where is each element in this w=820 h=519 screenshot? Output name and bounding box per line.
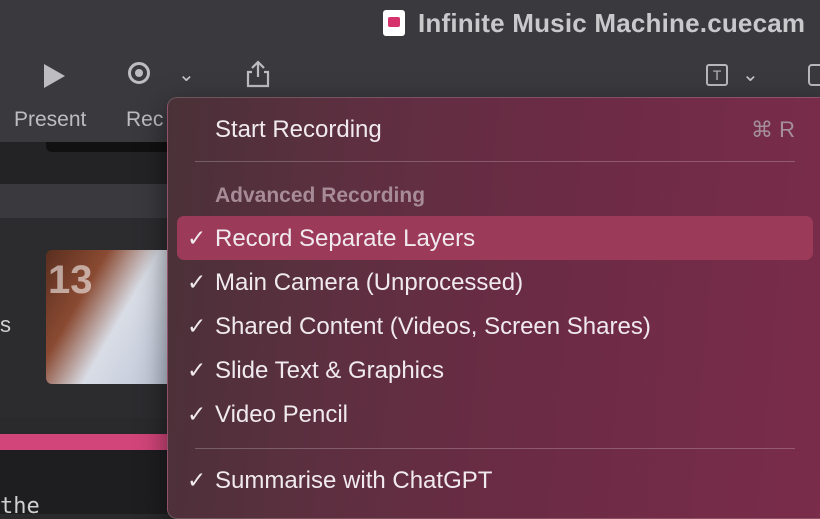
user-icon[interactable] [808,64,820,86]
menu-item-label: Summarise with ChatGPT [215,467,493,494]
menu-item-video-pencil[interactable]: ✓ Video Pencil [168,393,820,437]
record-button-label[interactable]: Rec [126,108,163,132]
checkmark-icon: ✓ [187,357,207,383]
text-icon[interactable]: T [706,64,728,86]
menu-item-main-camera[interactable]: ✓ Main Camera (Unprocessed) [168,261,820,305]
menu-item-summarise-chatgpt[interactable]: ✓ Summarise with ChatGPT [168,459,820,503]
menu-item-slide-text-graphics[interactable]: ✓ Slide Text & Graphics [168,349,820,393]
slide-number: 13 [48,258,93,302]
menu-item-label: Record Separate Layers [215,225,476,252]
notes-text-fragment: the [0,494,40,519]
menu-separator [195,448,795,449]
keyboard-shortcut: ⌘ R [751,117,795,142]
menu-item-shared-content[interactable]: ✓ Shared Content (Videos, Screen Shares) [168,305,820,349]
record-options-menu: Start Recording ⌘ R Advanced Recording ✓… [167,97,820,519]
section-band [0,184,175,218]
chevron-down-icon[interactable]: ⌄ [178,62,195,87]
slide-text-fragment: s [0,312,11,337]
present-button-label[interactable]: Present [14,108,86,132]
menu-item-label: Video Pencil [215,401,348,428]
menu-item-record-separate-layers[interactable]: ✓ Record Separate Layers [168,217,820,261]
checkmark-icon: ✓ [187,269,207,295]
slide-thumbnail[interactable] [46,142,176,152]
record-icon[interactable] [128,62,150,84]
checkmark-icon: ✓ [187,225,207,251]
menu-item-label: Start Recording [215,116,382,143]
menu-section-title: Advanced Recording [215,184,426,207]
menu-item-label: Slide Text & Graphics [215,357,444,384]
document-icon [383,10,405,36]
active-indicator-bar [0,434,175,450]
share-icon[interactable] [246,60,270,88]
menu-separator [195,161,795,162]
checkmark-icon: ✓ [187,467,207,493]
window-title: Infinite Music Machine.cuecam [418,8,806,38]
checkmark-icon: ✓ [187,401,207,427]
menu-item-start-recording[interactable]: Start Recording ⌘ R [168,108,820,152]
menu-item-label: Shared Content (Videos, Screen Shares) [215,313,651,340]
menu-item-label: Main Camera (Unprocessed) [215,269,524,296]
play-icon[interactable] [44,64,65,88]
checkmark-icon: ✓ [187,313,207,339]
chevron-down-icon[interactable]: ⌄ [742,62,759,87]
